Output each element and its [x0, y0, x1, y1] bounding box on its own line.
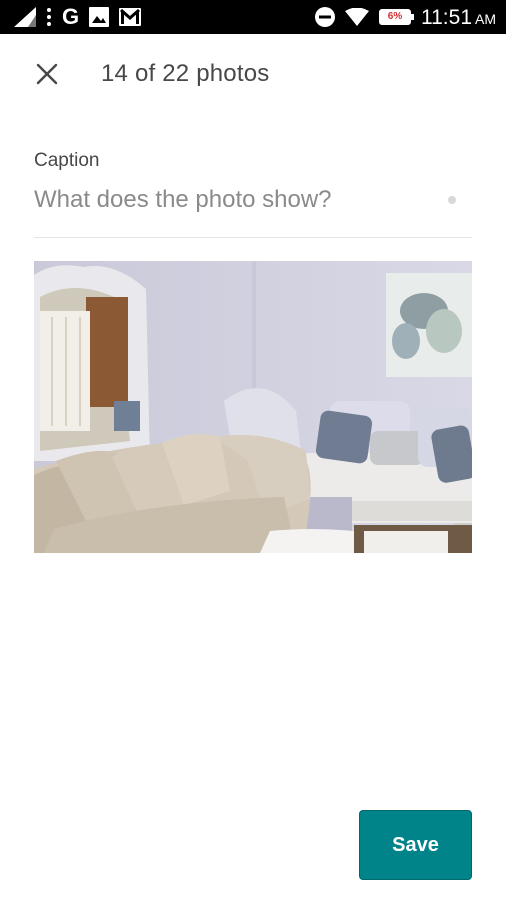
- clock: 11:51 AM: [421, 7, 496, 28]
- do-not-disturb-icon: [315, 7, 335, 27]
- living-room-photo: [34, 261, 472, 553]
- caption-underline: [34, 237, 472, 238]
- close-button[interactable]: [26, 50, 68, 98]
- more-vert-icon: [46, 7, 52, 27]
- page-title: 14 of 22 photos: [101, 60, 270, 87]
- status-ampm: AM: [475, 10, 496, 27]
- battery-icon: 6%: [379, 9, 414, 25]
- close-icon: [36, 63, 58, 85]
- caption-input[interactable]: [34, 180, 472, 220]
- caption-label: Caption: [34, 150, 100, 171]
- battery-level: 6%: [387, 11, 403, 22]
- status-time: 11:51: [421, 5, 472, 29]
- status-bar: G 6% 11:51 AM: [0, 0, 506, 34]
- header: 14 of 22 photos: [0, 34, 506, 114]
- wifi-icon: [345, 8, 369, 26]
- photo-illustration: [34, 261, 472, 553]
- signal-icon: [14, 7, 36, 27]
- text-cursor-dot: [448, 196, 456, 204]
- google-icon: G: [62, 4, 80, 29]
- save-button[interactable]: Save: [359, 810, 472, 880]
- gmail-icon: [119, 8, 142, 26]
- status-bar-left: G: [14, 4, 142, 29]
- image-icon: [89, 7, 110, 27]
- status-bar-right: 6% 11:51 AM: [315, 7, 496, 28]
